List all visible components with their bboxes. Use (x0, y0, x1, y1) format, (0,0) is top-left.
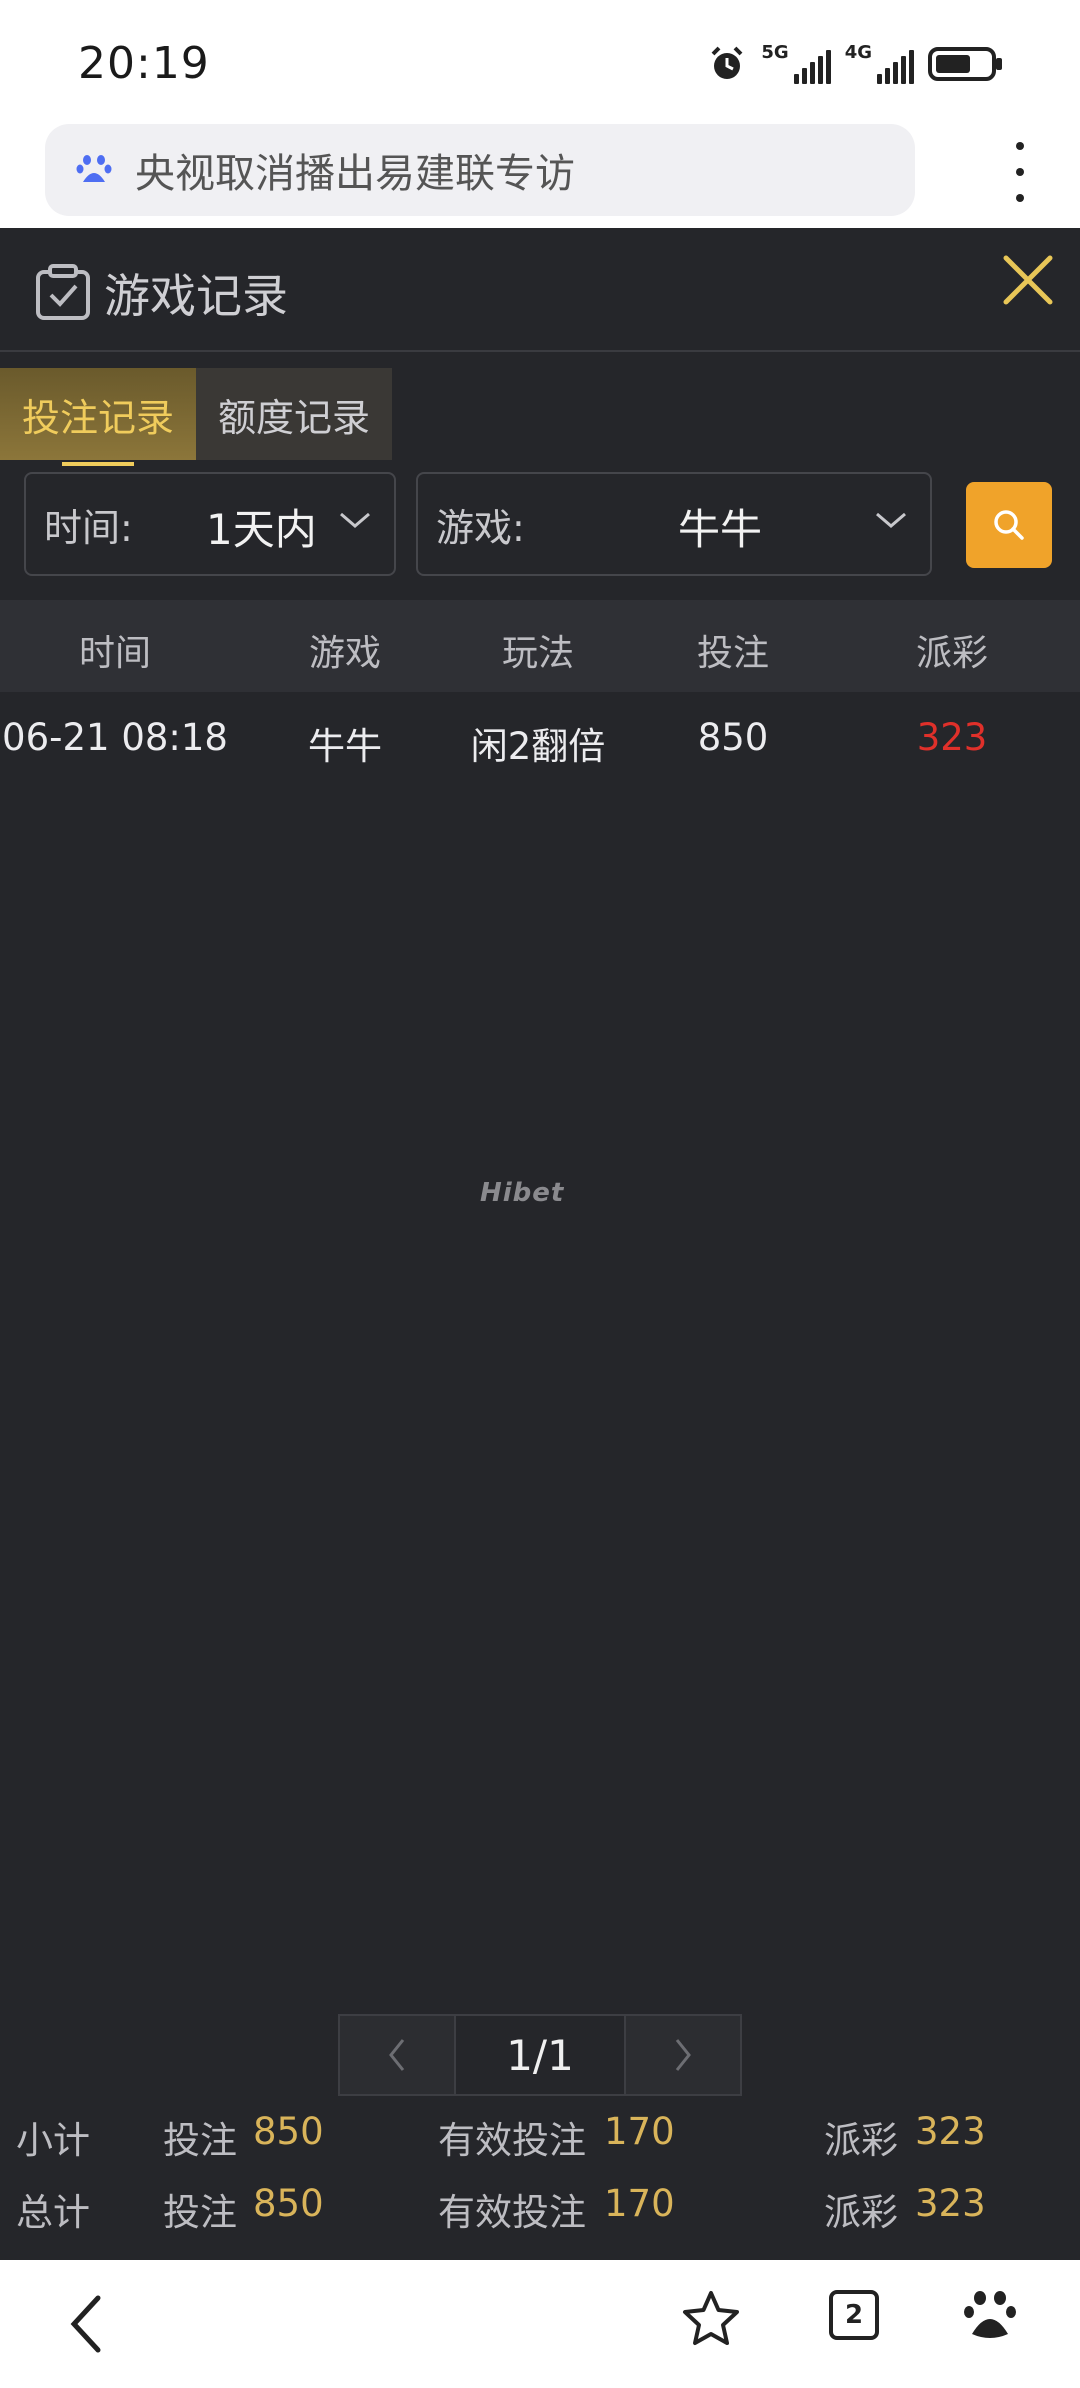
browser-bottom-nav: 2 (0, 2260, 1080, 2388)
chevron-right-icon (675, 2039, 691, 2071)
baidu-paw-icon[interactable] (962, 2286, 1018, 2342)
subtotal-bet-label: 投注 (163, 2119, 237, 2162)
clipboard-check-icon (36, 264, 90, 320)
cell-time: 06-21 08:18 (2, 716, 228, 759)
subtotal-label: 小计 (16, 2119, 90, 2162)
total-valid-label: 有效投注 (438, 2191, 586, 2234)
page-indicator: 1/1 (454, 2016, 626, 2094)
watermark-logo: Hibet (480, 1178, 565, 1208)
table-header: 时间 游戏 玩法 投注 派彩 (0, 600, 1080, 692)
column-header-bet: 投注 (696, 633, 770, 674)
address-text: 央视取消播出易建联专访 (135, 151, 575, 197)
close-icon[interactable] (998, 250, 1058, 310)
time-filter-select[interactable]: 时间: 1天内 (24, 472, 396, 576)
total-payout-label: 派彩 (824, 2191, 898, 2234)
pagination: 1/1 (338, 2014, 742, 2096)
column-header-play: 玩法 (501, 633, 575, 674)
tab-credit-records[interactable]: 额度记录 (196, 368, 392, 460)
chevron-left-icon (389, 2039, 405, 2071)
status-time: 20:19 (78, 38, 210, 89)
battery-icon (928, 47, 1002, 81)
subtotal-bet-value: 850 (253, 2110, 324, 2153)
cell-bet: 850 (697, 716, 769, 759)
record-tabs: 投注记录 额度记录 (0, 368, 392, 466)
game-filter-label: 游戏: (436, 505, 525, 550)
total-bet-value: 850 (253, 2182, 324, 2225)
status-bar: 20:19 5G 4G (0, 0, 1080, 120)
column-header-payout: 派彩 (915, 633, 989, 674)
baidu-paw-icon (76, 155, 112, 182)
total-payout-value: 323 (915, 2182, 986, 2225)
time-filter-label: 时间: (44, 505, 133, 550)
column-header-game: 游戏 (308, 633, 382, 674)
network-label: 5G (761, 42, 789, 63)
game-filter-select[interactable]: 游戏: 牛牛 (416, 472, 932, 576)
more-menu-icon[interactable] (1008, 142, 1032, 202)
network-label: 4G (844, 42, 872, 63)
total-valid-value: 170 (604, 2182, 675, 2225)
subtotal-valid-label: 有效投注 (438, 2119, 586, 2162)
browser-address-area: 央视取消播出易建联专访 (0, 120, 1080, 228)
game-record-panel: 游戏记录 投注记录 额度记录 时间: 1天内 游戏: 牛牛 时间 游戏 玩法 投… (0, 228, 1080, 2260)
table-row: 06-21 08:18 牛牛 闲2翻倍 850 323 (0, 692, 1080, 784)
cell-game: 牛牛 (308, 725, 382, 768)
total-row: 总计 投注 850 有效投注 170 派彩 323 (0, 2182, 1080, 2242)
back-icon[interactable] (66, 2294, 106, 2354)
time-filter-value: 1天内 (206, 505, 317, 554)
address-bar[interactable]: 央视取消播出易建联专访 (45, 124, 915, 216)
signal-5g-icon: 5G (761, 42, 831, 84)
tab-bet-records[interactable]: 投注记录 (0, 368, 196, 466)
panel-header: 游戏记录 (0, 228, 1080, 352)
status-icons: 5G 4G (707, 40, 1004, 88)
subtotal-payout-value: 323 (915, 2110, 986, 2153)
total-label: 总计 (16, 2191, 90, 2234)
cell-play: 闲2翻倍 (470, 725, 606, 768)
page-title: 游戏记录 (104, 269, 288, 323)
alarm-icon (711, 46, 743, 79)
signal-4g-icon: 4G (845, 44, 914, 84)
subtotal-payout-label: 派彩 (824, 2119, 898, 2162)
tabs-count-button[interactable]: 2 (829, 2290, 879, 2340)
game-filter-value: 牛牛 (678, 505, 763, 554)
total-bet-label: 投注 (163, 2191, 237, 2234)
search-button[interactable] (966, 482, 1052, 568)
favorite-star-icon[interactable] (680, 2288, 742, 2350)
prev-page-button[interactable] (340, 2016, 454, 2094)
column-header-time: 时间 (78, 633, 152, 674)
chevron-down-icon (876, 512, 906, 528)
subtotal-row: 小计 投注 850 有效投注 170 派彩 323 (0, 2110, 1080, 2170)
search-icon (994, 510, 1024, 540)
next-page-button[interactable] (626, 2016, 740, 2094)
cell-payout: 323 (916, 716, 988, 759)
subtotal-valid-value: 170 (604, 2110, 675, 2153)
chevron-down-icon (340, 512, 370, 528)
